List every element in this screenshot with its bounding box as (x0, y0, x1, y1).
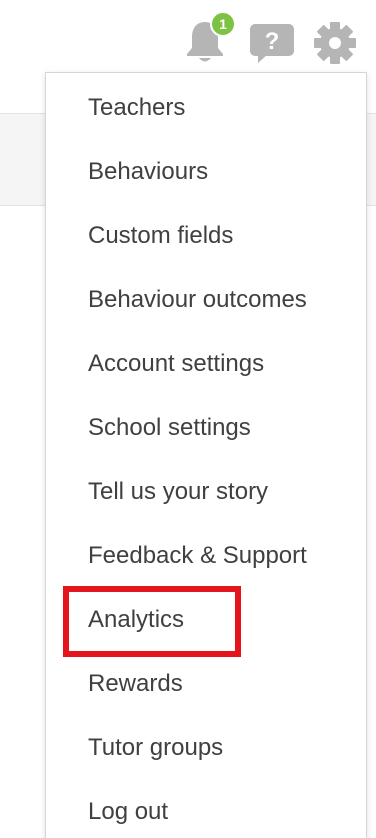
menu-item-tutor-groups[interactable]: Tutor groups (46, 716, 366, 780)
top-icon-bar: 1 ? (0, 0, 376, 72)
menu-item-custom-fields[interactable]: Custom fields (46, 204, 366, 268)
menu-item-account-settings[interactable]: Account settings (46, 332, 366, 396)
menu-item-behaviours[interactable]: Behaviours (46, 140, 366, 204)
menu-item-teachers[interactable]: Teachers (46, 76, 366, 140)
settings-dropdown-menu: Teachers Behaviours Custom fields Behavi… (45, 72, 367, 838)
menu-item-behaviour-outcomes[interactable]: Behaviour outcomes (46, 268, 366, 332)
menu-item-tell-us-your-story[interactable]: Tell us your story (46, 460, 366, 524)
help-question-icon[interactable]: ? (248, 22, 296, 64)
menu-item-school-settings[interactable]: School settings (46, 396, 366, 460)
menu-item-log-out[interactable]: Log out (46, 780, 366, 838)
svg-text:?: ? (265, 28, 280, 55)
menu-item-feedback-support[interactable]: Feedback & Support (46, 524, 366, 588)
notification-badge: 1 (210, 11, 236, 37)
gear-icon[interactable] (313, 21, 357, 65)
menu-item-analytics[interactable]: Analytics (46, 588, 366, 652)
menu-item-rewards[interactable]: Rewards (46, 652, 366, 716)
page: 1 ? Teachers Behaviours Custom fields Be… (0, 0, 376, 838)
menu-list: Teachers Behaviours Custom fields Behavi… (46, 76, 366, 838)
